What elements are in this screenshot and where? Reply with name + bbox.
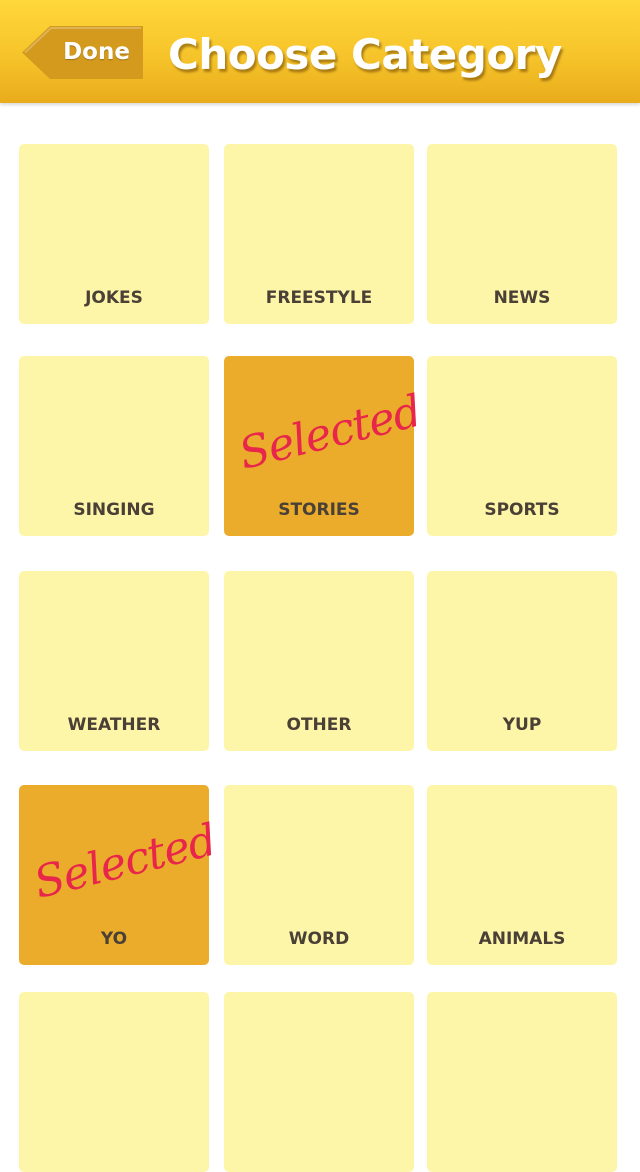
page-title: Choose Category bbox=[168, 30, 562, 79]
category-tile-yo[interactable]: Selected YO bbox=[19, 785, 221, 965]
category-tile-freestyle[interactable]: FREESTYLE bbox=[224, 144, 414, 324]
category-tile-singing[interactable]: SINGING bbox=[19, 356, 209, 536]
category-label: FREESTYLE bbox=[265, 288, 373, 308]
category-tile-yup[interactable]: YUP bbox=[427, 571, 617, 751]
category-label: NEWS bbox=[493, 288, 551, 308]
category-tile-weather[interactable]: WEATHER bbox=[19, 571, 209, 751]
navigation-bar: Done Choose Category bbox=[0, 0, 640, 103]
category-tile-other[interactable]: OTHER bbox=[224, 571, 414, 751]
category-tile-empty-15[interactable] bbox=[427, 992, 617, 1172]
category-tile-animals[interactable]: ANIMALS bbox=[427, 785, 617, 965]
category-tile-sports[interactable]: SPORTS bbox=[427, 356, 617, 536]
category-tile-empty-13[interactable] bbox=[19, 992, 209, 1172]
category-label: JOKES bbox=[85, 288, 143, 308]
category-label: WORD bbox=[288, 929, 350, 949]
done-back-button[interactable]: Done bbox=[22, 26, 143, 79]
category-tile-word[interactable]: WORD bbox=[224, 785, 414, 965]
selected-text: Selected bbox=[234, 386, 426, 480]
done-label: Done bbox=[63, 39, 130, 65]
category-label: STORIES bbox=[278, 500, 360, 520]
category-label: OTHER bbox=[286, 715, 352, 735]
category-tile-jokes[interactable]: JOKES bbox=[19, 144, 209, 324]
category-tile-news[interactable]: NEWS bbox=[427, 144, 617, 324]
category-label: YO bbox=[100, 929, 128, 949]
category-label: WEATHER bbox=[67, 715, 161, 735]
category-label: YUP bbox=[502, 715, 542, 735]
selected-handwritten-mark: Selected bbox=[234, 386, 426, 480]
selected-text: Selected bbox=[29, 815, 221, 909]
category-label: SPORTS bbox=[484, 500, 560, 520]
category-label: ANIMALS bbox=[478, 929, 566, 949]
category-label: SINGING bbox=[73, 500, 155, 520]
category-tile-empty-14[interactable] bbox=[224, 992, 414, 1172]
category-tile-stories[interactable]: Selected STORIES bbox=[224, 356, 426, 536]
selected-handwritten-mark: Selected bbox=[29, 815, 221, 909]
